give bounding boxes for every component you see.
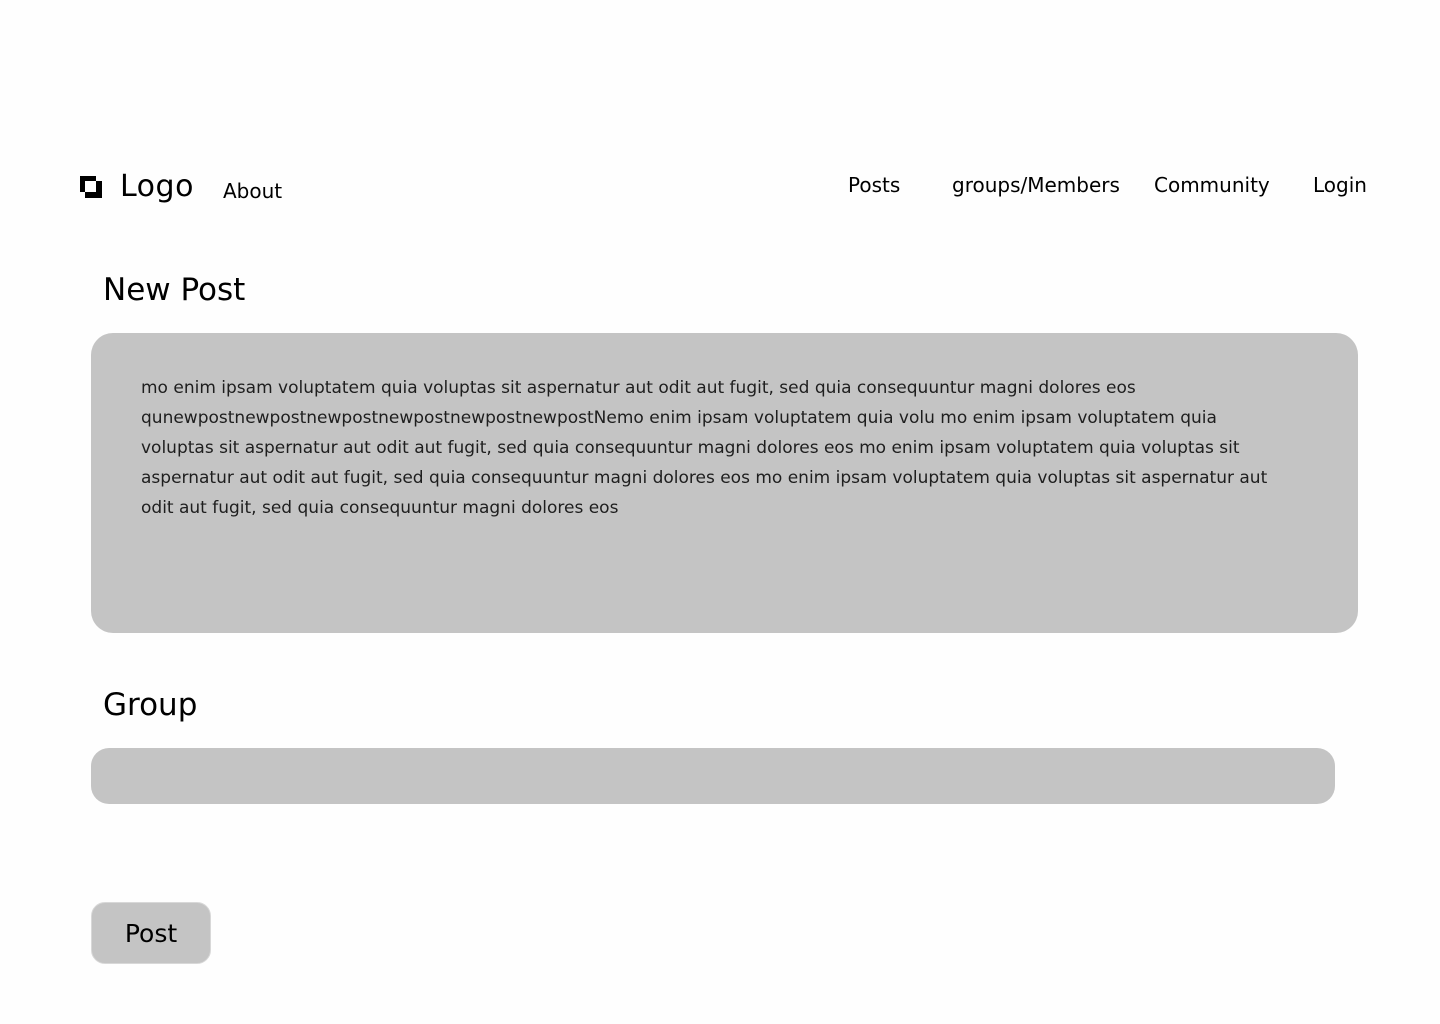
group-input[interactable] (91, 748, 1335, 804)
nav-link-posts[interactable]: Posts (848, 172, 900, 198)
post-body-text: mo enim ipsam voluptatem quia voluptas s… (141, 378, 1268, 518)
logo-text: Logo (120, 169, 194, 204)
post-body-textarea[interactable]: mo enim ipsam voluptatem quia voluptas s… (91, 333, 1358, 633)
nav-link-about[interactable]: About (223, 178, 282, 204)
nav-link-groups-members[interactable]: groups/Members (952, 172, 1120, 198)
new-post-title: New Post (103, 272, 246, 308)
group-title: Group (103, 687, 198, 723)
logo[interactable]: Logo (80, 168, 194, 206)
logo-squares-icon (80, 176, 102, 198)
post-button[interactable]: Post (91, 902, 211, 964)
nav-link-community[interactable]: Community (1154, 172, 1270, 198)
nav-link-login[interactable]: Login (1313, 172, 1367, 198)
